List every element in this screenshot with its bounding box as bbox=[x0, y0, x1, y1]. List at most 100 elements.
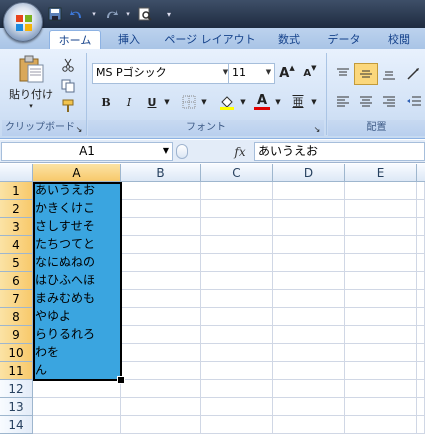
name-box[interactable]: A1 bbox=[1, 142, 173, 161]
cell-c1[interactable] bbox=[201, 182, 273, 200]
align-bottom-button[interactable] bbox=[377, 63, 401, 85]
row-header-8[interactable]: 8 bbox=[0, 308, 33, 326]
font-color-button[interactable]: A bbox=[250, 91, 274, 113]
cell-d13[interactable] bbox=[273, 398, 345, 416]
italic-button[interactable]: I bbox=[118, 91, 140, 113]
cell-f5[interactable] bbox=[417, 254, 425, 272]
underline-button[interactable]: U bbox=[141, 91, 163, 113]
cell-d6[interactable] bbox=[273, 272, 345, 290]
cell-e6[interactable] bbox=[345, 272, 417, 290]
cell-e10[interactable] bbox=[345, 344, 417, 362]
cell-d11[interactable] bbox=[273, 362, 345, 380]
cell-b3[interactable] bbox=[121, 218, 201, 236]
cell-b7[interactable] bbox=[121, 290, 201, 308]
cell-b2[interactable] bbox=[121, 200, 201, 218]
cell-a3[interactable]: さしすせそ bbox=[33, 218, 121, 236]
row-header-11[interactable]: 11 bbox=[0, 362, 33, 380]
cell-a13[interactable] bbox=[33, 398, 121, 416]
cell-c9[interactable] bbox=[201, 326, 273, 344]
column-header-f-partial[interactable] bbox=[417, 164, 425, 182]
align-top-button[interactable] bbox=[331, 63, 355, 85]
format-painter-button[interactable] bbox=[58, 96, 78, 116]
align-center-button[interactable] bbox=[354, 91, 378, 113]
name-box-splitter[interactable] bbox=[176, 144, 188, 159]
tab-review[interactable]: 校閲 bbox=[375, 30, 423, 49]
copy-button[interactable] bbox=[58, 76, 78, 96]
cell-b10[interactable] bbox=[121, 344, 201, 362]
chevron-down-icon[interactable]: ▼ bbox=[160, 144, 172, 158]
cell-a5[interactable]: なにぬねの bbox=[33, 254, 121, 272]
cell-b1[interactable] bbox=[121, 182, 201, 200]
cell-d12[interactable] bbox=[273, 380, 345, 398]
cell-f13[interactable] bbox=[417, 398, 425, 416]
row-header-12[interactable]: 12 bbox=[0, 380, 33, 398]
cell-f14[interactable] bbox=[417, 416, 425, 434]
cell-f12[interactable] bbox=[417, 380, 425, 398]
cell-b5[interactable] bbox=[121, 254, 201, 272]
tab-formulas[interactable]: 数式 bbox=[268, 30, 310, 49]
cell-a9[interactable]: らりるれろ bbox=[33, 326, 121, 344]
paste-button[interactable]: 貼り付け ▾ bbox=[4, 53, 58, 117]
cell-d8[interactable] bbox=[273, 308, 345, 326]
row-header-5[interactable]: 5 bbox=[0, 254, 33, 272]
cut-button[interactable] bbox=[58, 55, 78, 75]
cell-b6[interactable] bbox=[121, 272, 201, 290]
cell-b13[interactable] bbox=[121, 398, 201, 416]
cell-f3[interactable] bbox=[417, 218, 425, 236]
column-header-a[interactable]: A bbox=[33, 164, 121, 182]
cell-f11[interactable] bbox=[417, 362, 425, 380]
fill-handle[interactable] bbox=[117, 376, 125, 384]
cell-f8[interactable] bbox=[417, 308, 425, 326]
row-header-2[interactable]: 2 bbox=[0, 200, 33, 218]
borders-button[interactable] bbox=[178, 91, 200, 113]
cell-f6[interactable] bbox=[417, 272, 425, 290]
cell-f7[interactable] bbox=[417, 290, 425, 308]
cell-c4[interactable] bbox=[201, 236, 273, 254]
cell-e3[interactable] bbox=[345, 218, 417, 236]
orientation-button[interactable] bbox=[401, 63, 425, 85]
cell-c10[interactable] bbox=[201, 344, 273, 362]
save-button[interactable] bbox=[46, 5, 64, 23]
cell-b9[interactable] bbox=[121, 326, 201, 344]
column-header-e[interactable]: E bbox=[345, 164, 417, 182]
tab-insert[interactable]: 挿入 bbox=[108, 30, 150, 49]
row-header-6[interactable]: 6 bbox=[0, 272, 33, 290]
cell-e2[interactable] bbox=[345, 200, 417, 218]
row-header-10[interactable]: 10 bbox=[0, 344, 33, 362]
cell-d9[interactable] bbox=[273, 326, 345, 344]
cell-b14[interactable] bbox=[121, 416, 201, 434]
cell-a6[interactable]: はひふへほ bbox=[33, 272, 121, 290]
worksheet-grid[interactable]: A B C D E 1 あいうえお 2 かきくけこ 3 さしすせそ 4 たちつてと 5 なにぬねの… bbox=[0, 164, 425, 434]
undo-dropdown[interactable]: ▾ bbox=[90, 5, 98, 23]
cell-c13[interactable] bbox=[201, 398, 273, 416]
tab-home[interactable]: ホーム bbox=[49, 30, 101, 50]
customize-qat-button[interactable]: ▾ bbox=[164, 5, 174, 23]
tab-page-layout[interactable]: ページ レイアウト bbox=[160, 30, 260, 49]
column-header-b[interactable]: B bbox=[121, 164, 201, 182]
cell-e8[interactable] bbox=[345, 308, 417, 326]
font-name-combo[interactable]: MS Pゴシック ▼ bbox=[92, 63, 232, 84]
column-header-d[interactable]: D bbox=[273, 164, 345, 182]
cell-a11[interactable]: ん bbox=[33, 362, 121, 380]
cell-a14[interactable] bbox=[33, 416, 121, 434]
cell-e9[interactable] bbox=[345, 326, 417, 344]
cell-a2[interactable]: かきくけこ bbox=[33, 200, 121, 218]
decrease-indent-button[interactable] bbox=[401, 91, 425, 113]
cell-c12[interactable] bbox=[201, 380, 273, 398]
underline-dropdown[interactable]: ▼ bbox=[161, 91, 173, 113]
row-header-14[interactable]: 14 bbox=[0, 416, 33, 434]
phonetic-guide-button[interactable]: 亜 bbox=[286, 91, 310, 113]
align-right-button[interactable] bbox=[377, 91, 401, 113]
cell-e12[interactable] bbox=[345, 380, 417, 398]
formula-input[interactable]: あいうえお bbox=[254, 142, 425, 161]
cell-d1[interactable] bbox=[273, 182, 345, 200]
cell-d10[interactable] bbox=[273, 344, 345, 362]
office-button[interactable] bbox=[3, 2, 43, 42]
cell-e11[interactable] bbox=[345, 362, 417, 380]
cell-a12[interactable] bbox=[33, 380, 121, 398]
row-header-3[interactable]: 3 bbox=[0, 218, 33, 236]
align-left-button[interactable] bbox=[331, 91, 355, 113]
cell-c7[interactable] bbox=[201, 290, 273, 308]
redo-button[interactable] bbox=[102, 5, 120, 23]
cell-f1[interactable] bbox=[417, 182, 425, 200]
